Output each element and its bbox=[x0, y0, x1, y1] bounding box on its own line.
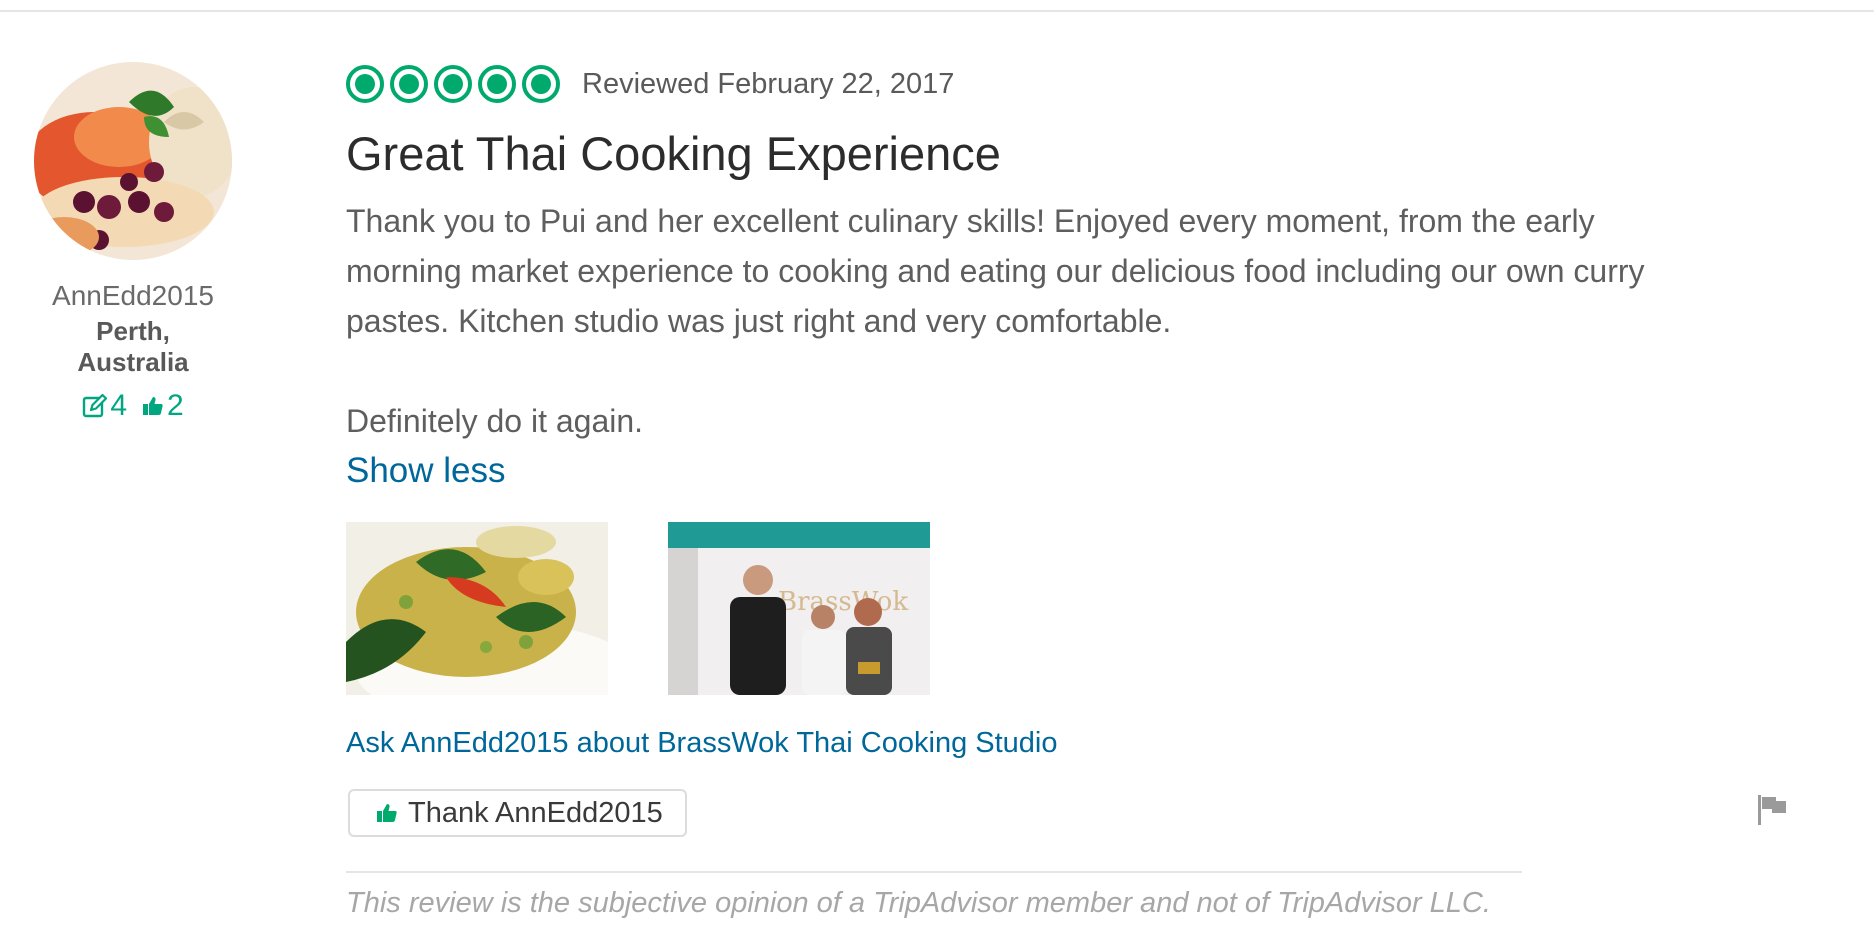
rating-row: Reviewed February 22, 2017 bbox=[346, 60, 1826, 108]
review-date: Reviewed February 22, 2017 bbox=[582, 67, 955, 100]
thank-button-label: Thank AnnEdd2015 bbox=[408, 796, 663, 829]
review-photo-group[interactable]: BrassWok bbox=[668, 522, 930, 695]
review-paragraph: Definitely do it again. bbox=[346, 403, 644, 439]
rating-bubble-icon bbox=[346, 65, 384, 103]
avatar[interactable] bbox=[34, 62, 232, 260]
review-actions: Thank AnnEdd2015 bbox=[346, 789, 1826, 839]
review-title[interactable]: Great Thai Cooking Experience bbox=[346, 126, 1826, 182]
reviewer-badges: 4 2 bbox=[0, 386, 266, 426]
svg-text:BrassWok: BrassWok bbox=[778, 587, 908, 617]
review-count: 4 bbox=[110, 389, 127, 422]
review-count-badge[interactable]: 4 bbox=[82, 386, 127, 426]
review-disclaimer: This review is the subjective opinion of… bbox=[346, 887, 1491, 919]
rating-bubble-icon bbox=[434, 65, 472, 103]
ask-reviewer-link[interactable]: Ask AnnEdd2015 about BrassWok Thai Cooki… bbox=[346, 723, 1826, 763]
reviewer-location: Perth, Australia bbox=[77, 316, 189, 377]
review-divider bbox=[346, 871, 1522, 873]
review-content: Reviewed February 22, 2017 Great Thai Co… bbox=[346, 60, 1826, 923]
thumbs-up-icon bbox=[377, 804, 397, 822]
top-divider bbox=[0, 10, 1874, 12]
bubble-rating bbox=[346, 65, 566, 103]
review-paragraph: Thank you to Pui and her excellent culin… bbox=[346, 203, 1645, 339]
thank-reviewer-button[interactable]: Thank AnnEdd2015 bbox=[348, 789, 687, 837]
thumbs-up-icon bbox=[143, 397, 163, 415]
flag-icon[interactable] bbox=[1756, 793, 1788, 832]
rating-bubble-icon bbox=[390, 65, 428, 103]
reviewer-info: AnnEdd2015 Perth, Australia 4 2 bbox=[0, 62, 266, 426]
edit-icon bbox=[83, 393, 108, 418]
rating-bubble-icon bbox=[522, 65, 560, 103]
reviewer-username[interactable]: AnnEdd2015 bbox=[0, 280, 266, 312]
rating-bubble-icon bbox=[478, 65, 516, 103]
review-photo-curry[interactable] bbox=[346, 522, 608, 695]
helpful-votes-badge[interactable]: 2 bbox=[141, 386, 184, 426]
review-photos: BrassWok bbox=[346, 522, 1826, 695]
show-less-link[interactable]: Show less bbox=[346, 446, 1826, 496]
review-body: Thank you to Pui and her excellent culin… bbox=[346, 196, 1706, 446]
helpful-votes: 2 bbox=[167, 389, 184, 422]
